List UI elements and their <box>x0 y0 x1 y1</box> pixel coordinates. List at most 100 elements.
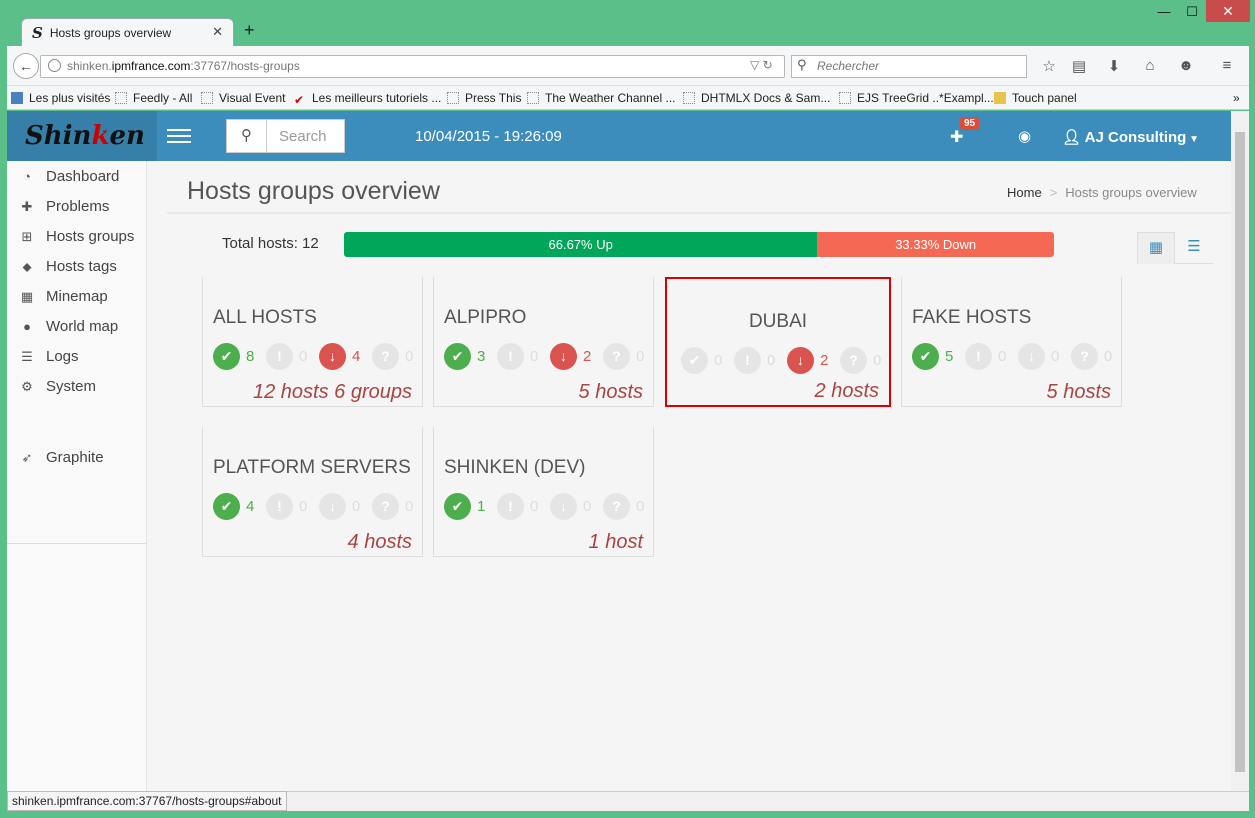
search-input[interactable]: Search <box>279 128 327 145</box>
group-stats: ✔ 0! 0 ↓ 2? 0 <box>681 346 893 374</box>
group-stats: ✔ 4! 0 ↓ 0? 0 <box>213 492 425 520</box>
chat-icon[interactable]: ☻ <box>1176 57 1196 74</box>
stat-unreach[interactable]: ! 0 <box>734 346 781 374</box>
web-page: Shinken ⚲ Search 10/04/2015 - 19:26:09 ✚… <box>7 111 1231 791</box>
group-name[interactable]: ALL HOSTS <box>213 307 317 329</box>
home-icon[interactable]: ⌂ <box>1140 57 1160 74</box>
download-icon[interactable]: ⬇ <box>1104 57 1124 75</box>
stat-unknown[interactable]: ? 0 <box>372 342 419 370</box>
browser-tab[interactable]: S Hosts groups overview ✕ <box>21 18 234 46</box>
url-bar[interactable]: shinken.ipmfrance.com:37767/hosts-groups <box>40 55 785 78</box>
stat-unknown[interactable]: ? 0 <box>1071 342 1118 370</box>
stat-up[interactable]: ✔ 1 <box>444 492 491 520</box>
menu-icon[interactable]: ≡ <box>1217 57 1237 74</box>
scrollbar-thumb[interactable] <box>1235 132 1245 772</box>
back-button[interactable]: ← <box>13 53 39 79</box>
stat-up[interactable]: ✔ 4 <box>213 492 260 520</box>
stat-unknown[interactable]: ? 0 <box>372 492 419 520</box>
arrow-down-icon: ↓ <box>787 346 814 374</box>
close-tab-icon[interactable]: ✕ <box>212 24 223 40</box>
app-search[interactable]: ⚲ Search <box>226 119 345 153</box>
reload-icon[interactable]: ▽ ↻ <box>750 58 773 72</box>
arrow-down-icon: ↓ <box>319 342 346 370</box>
sidebar-item-problems[interactable]: ✚ Problems <box>20 198 110 215</box>
stat-unknown[interactable]: ? 0 <box>603 342 650 370</box>
bookmark-item[interactable]: Feedly - All <box>115 91 192 105</box>
group-name[interactable]: ALPIPRO <box>444 307 526 329</box>
hosts-status-bar: 66.67% Up 33.33% Down <box>344 232 1054 257</box>
host-group-card[interactable]: DUBAI ✔ 0! 0 ↓ 2? 0 2 hosts <box>665 277 891 407</box>
stat-up[interactable]: ✔ 5 <box>912 342 959 370</box>
sidebar-item-logs[interactable]: ☰ Logs <box>20 348 78 365</box>
shinken-logo[interactable]: Shinken <box>7 111 157 161</box>
stat-down[interactable]: ↓ 0 <box>319 492 366 520</box>
group-stats: ✔ 1! 0 ↓ 0? 0 <box>444 492 656 520</box>
stat-unreach[interactable]: ! 0 <box>497 342 544 370</box>
bookmark-item[interactable]: ✔ Les meilleurs tutoriels ... <box>294 91 441 107</box>
question-icon: ? <box>1071 342 1098 370</box>
ambulance-icon: ✚ <box>21 199 33 214</box>
grid-view-icon[interactable]: ▦ <box>1137 232 1175 264</box>
eye-icon[interactable]: ◉ <box>1018 127 1031 145</box>
bookmark-item[interactable]: Les plus visités <box>11 91 110 105</box>
check-icon: ✔ <box>213 492 240 520</box>
bookmark-item[interactable]: Press This <box>447 91 521 105</box>
sidebar-item-system[interactable]: ⚙ System <box>20 378 96 395</box>
stat-down[interactable]: ↓ 2 <box>550 342 597 370</box>
sidebar-item-graphite[interactable]: ➶ Graphite <box>20 449 104 466</box>
bookmark-item[interactable]: EJS TreeGrid ..*Exampl... <box>839 91 994 105</box>
stat-unreach[interactable]: ! 0 <box>965 342 1012 370</box>
minimize-icon[interactable]: — <box>1150 4 1178 19</box>
stat-unreach[interactable]: ! 0 <box>497 492 544 520</box>
search-icon[interactable]: ⚲ <box>227 120 267 152</box>
ambulance-icon[interactable]: ✚ <box>950 127 963 147</box>
group-name[interactable]: DUBAI <box>667 311 889 333</box>
more-bookmarks-icon[interactable]: » <box>1233 91 1240 105</box>
bookmark-item[interactable]: Visual Event <box>201 91 286 105</box>
host-group-card[interactable]: ALPIPRO ✔ 3! 0 ↓ 2? 0 5 hosts <box>433 277 654 407</box>
host-group-card[interactable]: SHINKEN (DEV) ✔ 1! 0 ↓ 0? 0 1 host <box>433 427 654 557</box>
bookmark-item[interactable]: The Weather Channel ... <box>527 91 676 105</box>
host-group-card[interactable]: ALL HOSTS ✔ 8! 0 ↓ 4? 0 12 hosts 6 groups <box>202 277 423 407</box>
stat-unreach[interactable]: ! 0 <box>266 342 313 370</box>
bookmark-star-icon[interactable]: ☆ <box>1039 57 1059 75</box>
stat-unknown[interactable]: ? 0 <box>840 346 887 374</box>
breadcrumb-home[interactable]: Home <box>1007 185 1042 200</box>
stat-down[interactable]: ↓ 2 <box>787 346 834 374</box>
sidebar-item-hosts-groups[interactable]: ⊞ Hosts groups <box>20 228 135 245</box>
host-group-card[interactable]: PLATFORM SERVERS ✔ 4! 0 ↓ 0? 0 4 hosts <box>202 427 423 557</box>
sidebar-toggle-icon[interactable] <box>167 125 191 147</box>
exclamation-icon: ! <box>497 342 524 370</box>
list-view-icon[interactable]: ☰ <box>1175 232 1213 264</box>
rocket-icon: ➶ <box>21 450 33 465</box>
group-name[interactable]: PLATFORM SERVERS <box>213 457 411 479</box>
maximize-icon[interactable]: ☐ <box>1178 4 1206 20</box>
group-name[interactable]: SHINKEN (DEV) <box>444 457 585 479</box>
stat-up[interactable]: ✔ 3 <box>444 342 491 370</box>
up-progress: 66.67% Up <box>344 232 818 257</box>
host-group-card[interactable]: FAKE HOSTS ✔ 5! 0 ↓ 0? 0 5 hosts <box>901 277 1122 407</box>
stat-up[interactable]: ✔ 8 <box>213 342 260 370</box>
stat-down[interactable]: ↓ 0 <box>550 492 597 520</box>
stat-up[interactable]: ✔ 0 <box>681 346 728 374</box>
check-icon: ✔ <box>213 342 240 370</box>
stat-unreach[interactable]: ! 0 <box>266 492 313 520</box>
sidebar-item-hosts-tags[interactable]: ⬥ Hosts tags <box>20 258 116 275</box>
browser-search-input[interactable]: Rechercher <box>791 55 1027 78</box>
new-tab-button[interactable]: + <box>244 20 255 41</box>
question-icon: ? <box>372 492 399 520</box>
sidebar-item-dashboard[interactable]: ◔ Dashboard <box>20 168 119 185</box>
group-name[interactable]: FAKE HOSTS <box>912 307 1031 329</box>
group-host-count: 5 hosts <box>1046 381 1111 403</box>
sidebar-item-world-map[interactable]: ● World map <box>20 318 118 335</box>
window-close-button[interactable]: ✕ <box>1206 0 1250 22</box>
question-icon: ? <box>603 492 630 520</box>
stat-down[interactable]: ↓ 0 <box>1018 342 1065 370</box>
stat-unknown[interactable]: ? 0 <box>603 492 650 520</box>
reading-list-icon[interactable]: ▤ <box>1069 57 1089 75</box>
stat-down[interactable]: ↓ 4 <box>319 342 366 370</box>
bookmark-item[interactable]: DHTMLX Docs & Sam... <box>683 91 830 105</box>
sidebar-item-minemap[interactable]: ▦ Minemap <box>20 288 108 305</box>
user-menu[interactable]: 👤︎ AJ Consulting ▼ <box>1062 128 1199 146</box>
bookmark-item[interactable]: Touch panel <box>994 91 1077 105</box>
